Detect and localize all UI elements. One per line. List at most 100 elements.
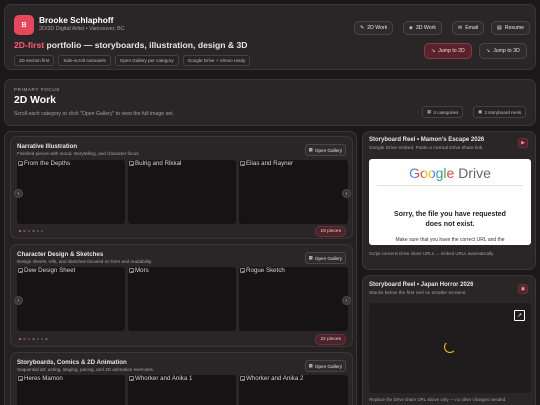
open-gallery-button[interactable]: ▦ Open Gallery — [304, 360, 346, 372]
arrow-right-icon: ↘ — [431, 48, 436, 54]
thumbnail-alt: Dew Design Sheet — [18, 267, 75, 274]
thumbnail-alt: Whorker and Anika 2 — [240, 375, 303, 382]
drive-embed[interactable]: Google Drive Sorry, the file you have re… — [369, 159, 531, 245]
section-title: Character Design & Sketches — [17, 251, 104, 258]
arrow-right-icon: ↘ — [486, 48, 491, 54]
avatar: B — [14, 15, 34, 35]
google-drive-logo: Google Drive — [369, 165, 531, 181]
gallery-icon: ▦ — [308, 255, 313, 260]
google-wordmark: Google — [409, 165, 455, 181]
thumbnail-alt: From the Depths — [18, 160, 70, 167]
chip: Google Drive + Vimeo ready — [182, 55, 251, 66]
chevron-right-icon: › — [345, 297, 348, 304]
open-gallery-button[interactable]: ▦ Open Gallery — [304, 144, 346, 156]
thumbnail-alt: Elias and Rayner — [240, 160, 293, 167]
loading-spinner-icon — [444, 341, 456, 353]
jump-to-3d-button[interactable]: ↘ Jump to 3D — [479, 43, 527, 59]
thumbnail[interactable]: Whorker and Anika 2 — [239, 375, 348, 405]
reel-note: Replace the Drive share URL above only —… — [369, 397, 507, 402]
reel-note: Script converts Drive share URLs → embed… — [369, 251, 495, 256]
focus-card: PRIMARY FOCUS 2D Work Scroll each catego… — [4, 79, 536, 126]
chevron-right-icon: › — [345, 190, 348, 197]
broken-image-icon — [240, 268, 245, 273]
artist-subtitle: 2D/3D Digital Artist • Vancouver, BC — [39, 26, 125, 32]
open-gallery-button[interactable]: ▦ Open Gallery — [304, 252, 346, 264]
broken-image-icon — [240, 161, 245, 166]
gallery-icon: ▦ — [308, 147, 313, 152]
carousel-prev-button[interactable]: ‹ — [14, 296, 23, 305]
email-button[interactable]: ✉ Email — [452, 21, 485, 35]
thumbnail[interactable]: Dew Design Sheet — [17, 267, 125, 331]
mail-icon: ✉ — [458, 25, 463, 31]
thumbnail[interactable]: Mors — [128, 267, 236, 331]
category-narrative-illustration: Narrative Illustration Finished pieces w… — [10, 136, 353, 239]
reel-subtitle: Stacks below the first reel on smaller s… — [369, 291, 467, 296]
piece-count-badge: 22 pieces — [315, 334, 346, 345]
chevron-left-icon: ‹ — [17, 297, 20, 304]
work3d-button[interactable]: ◈ 3D Work — [403, 21, 442, 35]
error-detail: Make sure that you have the correct URL … — [395, 237, 505, 243]
category-character-design: Character Design & Sketches Design sheet… — [10, 244, 353, 347]
thumbnail[interactable]: Whorker and Anika 1 — [128, 375, 236, 405]
broken-image-icon — [129, 161, 134, 166]
cube-icon: ◈ — [409, 25, 413, 31]
category-storyboards: Storyboards, Comics & 2D Animation Seque… — [10, 352, 353, 405]
chevron-left-icon: ‹ — [17, 190, 20, 197]
section-subtitle: Sequential art: acting, staging, pacing,… — [17, 367, 155, 372]
focus-desc: Scroll each category or click "Open Gall… — [14, 111, 174, 117]
thumbnail[interactable]: Heres Mamon — [17, 375, 125, 405]
carousel-prev-button[interactable]: ‹ — [14, 189, 23, 198]
chip: Side-scroll carousels — [58, 55, 111, 66]
thumbnail[interactable]: Bulrig and Rikkal — [128, 160, 236, 224]
reels-badge: ▣ 3 storyboard reels — [473, 106, 527, 118]
open-external-icon[interactable]: ↗ — [514, 310, 525, 321]
chip: 2D section first — [14, 55, 55, 66]
section-title: Narrative Illustration — [17, 143, 78, 150]
thumbnail-alt: Rogue Sketch — [240, 267, 285, 274]
broken-image-icon — [18, 268, 23, 273]
carousel-dots[interactable] — [19, 230, 44, 233]
tagline: 2D-first portfolio — storyboards, illust… — [14, 40, 248, 50]
feature-chips: 2D section first Side-scroll carousels O… — [14, 55, 251, 66]
resume-button[interactable]: ▤ Resume — [491, 21, 531, 35]
gallery-icon: ▦ — [308, 363, 313, 368]
thumbnail-alt: Whorker and Anika 1 — [129, 375, 192, 382]
film-icon[interactable]: ▣ — [518, 284, 528, 294]
chip: Open Gallery per category — [114, 55, 179, 66]
categories-badge: ▦ 4 categories — [422, 106, 464, 118]
broken-image-icon — [240, 376, 245, 381]
tagline-rest: portfolio — storyboards, illustration, d… — [46, 40, 248, 50]
piece-count-badge: 19 pieces — [315, 226, 346, 237]
broken-image-icon — [129, 268, 134, 273]
broken-image-icon — [18, 376, 23, 381]
broken-image-icon — [129, 376, 134, 381]
jump-to-2d-button[interactable]: ↘ Jump to 2D — [424, 43, 472, 59]
drive-wordmark: Drive — [458, 165, 491, 181]
section-subtitle: Finished pieces with mood, storytelling,… — [17, 151, 140, 156]
reel-title: Storyboard Reel • Mamon's Escape 2026 — [369, 137, 485, 143]
document-icon: ▤ — [497, 25, 502, 31]
reel-card-japan-horror: Storyboard Reel • Japan Horror 2026 Stac… — [362, 275, 536, 405]
section-subtitle: Design sheets, refs, and sketches focuse… — [17, 259, 153, 264]
focus-kicker: PRIMARY FOCUS — [14, 87, 60, 92]
thumbnail[interactable]: From the Depths — [17, 160, 125, 224]
carousel-dots[interactable] — [19, 338, 48, 341]
thumbnail[interactable]: Rogue Sketch — [239, 267, 348, 331]
brush-icon: ✎ — [360, 25, 365, 31]
carousel-next-button[interactable]: › — [342, 189, 351, 198]
work2d-button[interactable]: ✎ 2D Work — [354, 21, 394, 35]
header-card: B Brooke Schlaphoff 2D/3D Digital Artist… — [4, 4, 536, 70]
section-title: Storyboards, Comics & 2D Animation — [17, 359, 127, 366]
error-heading-2: does not exist. — [425, 221, 475, 228]
carousel-next-button[interactable]: › — [342, 296, 351, 305]
error-heading-1: Sorry, the file you have requested — [394, 211, 506, 218]
drive-embed-loading[interactable]: ↗ — [369, 303, 531, 393]
thumbnail[interactable]: Elias and Rayner — [239, 160, 348, 224]
tagline-accent: 2D-first — [14, 40, 45, 50]
play-icon[interactable]: ▶ — [518, 138, 528, 148]
reel-subtitle: Google Drive embed. Paste a normal Drive… — [369, 146, 484, 151]
grid-icon: ▦ — [427, 109, 432, 114]
thumbnail-alt: Mors — [129, 267, 149, 274]
film-icon: ▣ — [478, 109, 483, 114]
focus-title: 2D Work — [14, 95, 56, 106]
